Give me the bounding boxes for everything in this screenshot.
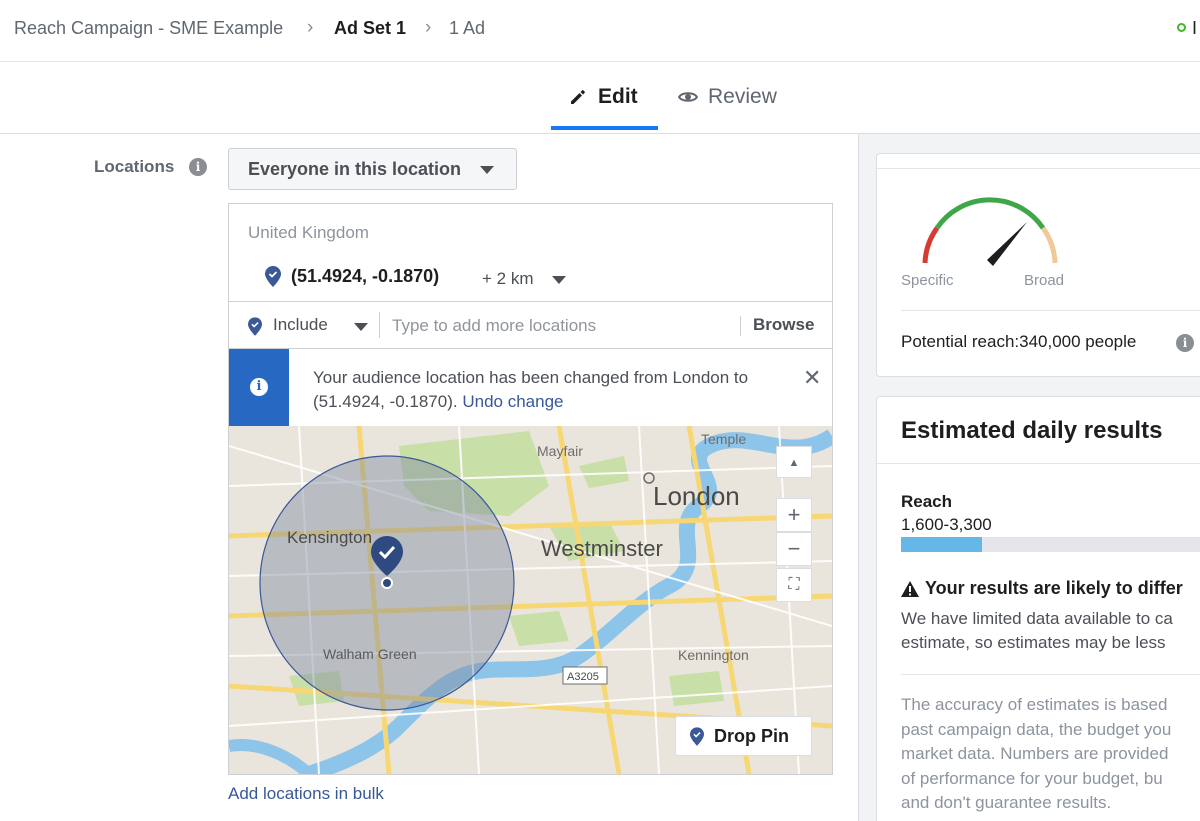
tab-edit-label: Edit bbox=[598, 85, 638, 108]
divider bbox=[877, 463, 1200, 464]
map-label-westminster: Westminster bbox=[541, 536, 663, 561]
include-dropdown[interactable]: Include bbox=[273, 315, 328, 335]
map-label-walham-green: Walham Green bbox=[323, 646, 417, 662]
divider bbox=[379, 312, 380, 338]
caret-down-icon[interactable] bbox=[354, 323, 368, 331]
potential-reach: Potential reach:340,000 people bbox=[901, 332, 1137, 351]
warning-title-text: Your results are likely to differ bbox=[925, 578, 1183, 598]
accuracy-line: market data. Numbers are provided bbox=[901, 744, 1169, 763]
info-icon[interactable]: i bbox=[189, 158, 207, 176]
close-icon[interactable]: ✕ bbox=[803, 365, 821, 391]
tab-review-label: Review bbox=[708, 85, 777, 108]
audience-type-dropdown[interactable]: Everyone in this location bbox=[228, 148, 517, 190]
reach-bar-fill bbox=[901, 537, 982, 552]
map-label-kensington: Kensington bbox=[287, 528, 372, 547]
add-locations-bulk-link[interactable]: Add locations in bulk bbox=[228, 784, 384, 804]
warning-line: We have limited data available to ca bbox=[901, 609, 1173, 628]
estimated-results-card: Estimated daily results Reach 1,600-3,30… bbox=[876, 396, 1200, 821]
accuracy-line: and don't guarantee results. bbox=[901, 793, 1112, 812]
tab-edit[interactable]: Edit bbox=[568, 82, 638, 112]
location-search-input[interactable] bbox=[392, 312, 732, 340]
breadcrumb-campaign[interactable]: Reach Campaign - SME Example bbox=[14, 18, 283, 39]
info-icon: i bbox=[250, 378, 268, 396]
zoom-out-button[interactable]: − bbox=[776, 532, 812, 566]
gauge-label-specific: Specific bbox=[901, 272, 954, 289]
divider bbox=[877, 168, 1200, 169]
map-pin-icon bbox=[248, 317, 262, 336]
caret-down-icon[interactable] bbox=[552, 276, 566, 284]
accuracy-text: The accuracy of estimates is based past … bbox=[901, 693, 1200, 816]
breadcrumb: Reach Campaign - SME Example › Ad Set 1 … bbox=[0, 0, 1200, 62]
eye-icon bbox=[678, 92, 698, 102]
browse-button[interactable]: Browse bbox=[753, 315, 814, 335]
audience-gauge-icon bbox=[922, 197, 1058, 266]
pencil-icon bbox=[571, 90, 585, 104]
caret-down-icon bbox=[480, 166, 495, 175]
reach-bar bbox=[901, 537, 1200, 552]
map-pin-icon bbox=[690, 726, 704, 746]
warning-title: Your results are likely to differ bbox=[901, 578, 1183, 599]
warning-icon bbox=[901, 580, 919, 597]
location-map[interactable]: Mayfair Temple London Kensington Westmin… bbox=[229, 426, 832, 774]
notice-message: Your audience location has been changed … bbox=[313, 366, 753, 414]
chevron-right-icon: › bbox=[307, 17, 314, 38]
drop-pin-button[interactable]: Drop Pin bbox=[675, 716, 812, 756]
accuracy-line: The accuracy of estimates is based bbox=[901, 695, 1168, 714]
accuracy-line: past campaign data, the budget you bbox=[901, 719, 1172, 739]
status-text: I bbox=[1192, 18, 1198, 38]
audience-type-value: Everyone in this location bbox=[248, 159, 462, 179]
breadcrumb-ad[interactable]: 1 Ad bbox=[449, 18, 485, 39]
map-label-road: A3205 bbox=[567, 671, 599, 683]
warning-text: We have limited data available to ca est… bbox=[901, 607, 1200, 655]
warning-line: estimate, so estimates may be less bbox=[901, 633, 1166, 652]
map-label-london: London bbox=[653, 481, 740, 511]
breadcrumb-ad-set[interactable]: Ad Set 1 bbox=[334, 18, 406, 39]
divider bbox=[901, 674, 1200, 675]
location-selector: United Kingdom (51.4924, -0.1870) + 2 km… bbox=[228, 203, 833, 775]
drop-pin-label: Drop Pin bbox=[714, 725, 789, 746]
gauge-label-broad: Broad bbox=[1024, 272, 1065, 289]
zoom-in-button[interactable]: + bbox=[776, 498, 812, 532]
selected-country: United Kingdom bbox=[248, 223, 369, 242]
undo-change-link[interactable]: Undo change bbox=[462, 392, 563, 411]
reach-label: Reach bbox=[901, 492, 953, 511]
map-label-kennington: Kennington bbox=[678, 647, 749, 663]
tab-review[interactable]: Review bbox=[678, 82, 777, 112]
map-label-mayfair: Mayfair bbox=[537, 443, 583, 459]
status-dot-icon bbox=[1177, 23, 1186, 32]
location-changed-notice: i Your audience location has been change… bbox=[229, 349, 832, 426]
audience-size-card: Specific Broad Potential reach:340,000 p… bbox=[876, 153, 1200, 377]
map-scroll-up-button[interactable]: ▲ bbox=[776, 446, 812, 478]
map-pin-icon bbox=[265, 266, 281, 287]
include-row: Include Browse bbox=[229, 301, 832, 349]
info-icon[interactable]: i bbox=[1176, 334, 1194, 352]
chevron-right-icon: › bbox=[425, 17, 432, 38]
reach-range: 1,600-3,300 bbox=[901, 515, 992, 534]
radius-selector[interactable]: + 2 km bbox=[482, 269, 534, 289]
accuracy-line: of performance for your budget, bu bbox=[901, 768, 1163, 788]
map-label-temple: Temple bbox=[701, 431, 746, 447]
notice-bar: i bbox=[229, 349, 289, 426]
fit-bounds-icon[interactable]: ⛶ bbox=[776, 568, 812, 602]
active-tab-indicator bbox=[551, 126, 658, 130]
locations-label: Locations bbox=[94, 157, 175, 176]
estimated-results-title: Estimated daily results bbox=[901, 417, 1163, 444]
divider bbox=[901, 310, 1200, 311]
edit-review-tabs: Edit Review bbox=[0, 62, 1200, 134]
pin-coordinates: (51.4924, -0.1870) bbox=[291, 266, 440, 286]
divider bbox=[740, 316, 741, 336]
